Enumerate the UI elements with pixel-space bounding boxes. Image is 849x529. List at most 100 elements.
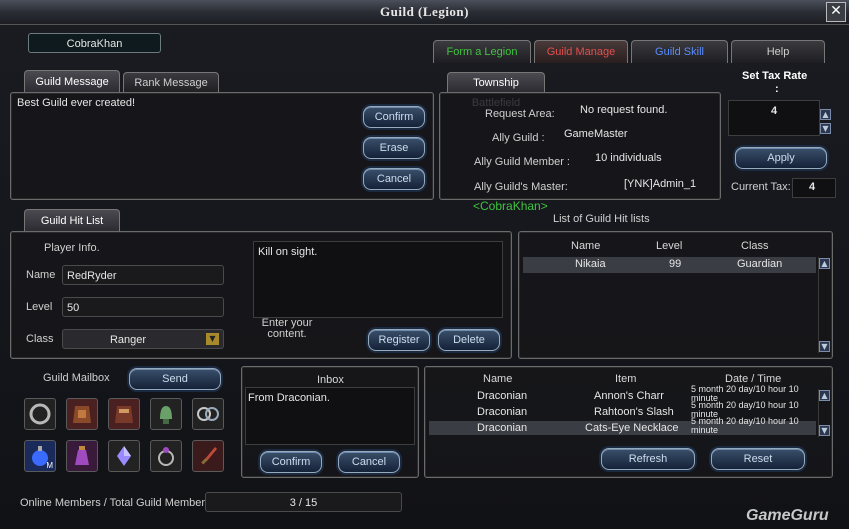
apply-tax-button[interactable]: Apply (735, 147, 827, 169)
set-tax-rate-title: Set Tax Rate (742, 70, 808, 82)
request-area-label: Request Area: (485, 108, 555, 120)
hitlist-col-class: Class (741, 240, 769, 252)
mail-row-name: Draconian (477, 406, 528, 418)
register-button[interactable]: Register (368, 329, 430, 351)
potion-badge: M (46, 461, 53, 470)
message-confirm-button[interactable]: Confirm (363, 106, 425, 128)
mail-row-item: Cats-Eye Necklace (585, 422, 679, 434)
request-area-value: No request found. (580, 104, 668, 116)
inbox-text-box[interactable]: From Draconian. (245, 387, 415, 445)
refresh-button[interactable]: Refresh (601, 448, 695, 470)
tab-rank-message[interactable]: Rank Message (123, 72, 219, 93)
mail-col-name: Name (483, 373, 513, 385)
class-label: Class (26, 333, 54, 345)
inbox-title: Inbox (317, 374, 344, 386)
township-panel: Request Area: No request found. Ally Gui… (439, 92, 721, 200)
hit-note-box[interactable]: Kill on sight. (253, 241, 503, 318)
leather-armor-icon[interactable] (66, 398, 98, 430)
tab-township-battlefield[interactable]: Township Battlefield (447, 72, 545, 109)
hitlist-name-tag: <CobraKhan> (473, 199, 548, 213)
plate-armor-icon[interactable] (108, 398, 140, 430)
delete-button[interactable]: Delete (438, 329, 500, 351)
hitlist-row-level: 99 (669, 258, 682, 270)
message-erase-button[interactable]: Erase (363, 137, 425, 159)
dagger-icon[interactable] (192, 440, 224, 472)
hitlist-row-name: Nikaia (575, 258, 606, 270)
message-cancel-button[interactable]: Cancel (363, 168, 425, 190)
ally-master-label: Ally Guild's Master: (474, 181, 568, 193)
level-label: Level (26, 301, 53, 313)
mail-row-name: Draconian (477, 422, 528, 434)
tax-down-arrow-icon[interactable]: ▼ (820, 123, 831, 134)
hitlist-row-class: Guardian (737, 258, 783, 270)
inbox-panel: Inbox From Draconian. Confirm Cancel (241, 366, 419, 478)
tab-guild-skill[interactable]: Guild Skill (631, 40, 728, 63)
player-name-field: CobraKhan (28, 33, 161, 53)
mail-scrollbar[interactable]: ▲ ▼ (818, 389, 830, 437)
send-button[interactable]: Send (129, 368, 221, 390)
tab-form-a-legion[interactable]: Form a Legion (433, 40, 531, 63)
hitlist-col-name: Name (571, 240, 601, 252)
ally-guild-value: GameMaster (564, 128, 628, 140)
reset-button[interactable]: Reset (711, 448, 805, 470)
guild-message-text[interactable]: Best Guild ever created! (17, 97, 135, 109)
hitlist-list-title: List of Guild Hit lists (553, 213, 650, 225)
ally-member-value: 10 individuals (595, 152, 662, 164)
hitlist-table-panel: Name Level Class Nikaia 99 Guardian ▲ ▼ (518, 231, 833, 359)
hitlist-scroll-down-icon[interactable]: ▼ (819, 341, 830, 352)
tax-rate-value: 4 (771, 105, 778, 117)
mail-row-name: Draconian (477, 390, 528, 402)
guild-mailbox-label: Guild Mailbox (43, 372, 110, 384)
hitlist-col-level: Level (656, 240, 683, 252)
hit-note-text: Kill on sight. (258, 246, 318, 258)
player-info-label: Player Info. (44, 242, 100, 254)
mana-potion-icon[interactable]: M (24, 440, 56, 472)
player-info-panel: Player Info. Name RedRyder Level 50 Clas… (10, 231, 512, 359)
online-members-label: Online Members / Total Guild Members (20, 497, 211, 509)
mail-row-item: Annon's Charr (594, 390, 664, 402)
class-select[interactable]: Ranger ▼ (62, 329, 224, 349)
hitlist-scroll-up-icon[interactable]: ▲ (819, 258, 830, 269)
current-tax-field: 4 (792, 178, 836, 198)
close-icon[interactable]: ✕ (826, 2, 846, 22)
mail-row-date: 5 month 20 day/10 hour 10 minute (691, 417, 799, 435)
window-title: Guild (Legion) (380, 4, 469, 19)
gem-ring-icon[interactable] (150, 440, 182, 472)
chevron-down-icon[interactable]: ▼ (206, 333, 219, 345)
mail-col-item: Item (615, 373, 637, 385)
tab-guild-manage[interactable]: Guild Manage (534, 40, 628, 63)
rings-icon[interactable] (192, 398, 224, 430)
current-tax-label: Current Tax: (731, 181, 791, 193)
online-members-value: 3 / 15 (205, 492, 402, 512)
ring-icon[interactable] (24, 398, 56, 430)
tax-rate-field[interactable]: 4 (728, 100, 820, 136)
enter-content-label: Enter your content. (261, 317, 313, 340)
level-input[interactable]: 50 (62, 297, 224, 317)
mail-row-item: Rahtoon's Slash (594, 406, 674, 418)
inbox-text: From Draconian. (248, 392, 330, 404)
mail-scroll-down-icon[interactable]: ▼ (819, 425, 830, 436)
helmet-icon[interactable] (150, 398, 182, 430)
tab-help[interactable]: Help (731, 40, 825, 63)
guild-message-panel: Best Guild ever created! Confirm Erase C… (10, 92, 434, 200)
name-label: Name (26, 269, 56, 281)
watermark-logo: GameGuru (746, 507, 829, 524)
guild-window: Guild (Legion) ✕ CobraKhan Form a Legion… (0, 0, 849, 529)
inbox-confirm-button[interactable]: Confirm (260, 451, 322, 473)
set-tax-rate-colon: : (775, 83, 779, 95)
hitlist-scrollbar[interactable]: ▲ ▼ (818, 257, 830, 353)
table-row[interactable]: Draconian Cats-Eye Necklace 5 month 20 d… (429, 417, 816, 435)
current-tax-value: 4 (809, 181, 816, 193)
table-row[interactable]: Nikaia 99 Guardian (523, 257, 816, 273)
purple-potion-icon[interactable] (66, 440, 98, 472)
name-input[interactable]: RedRyder (62, 265, 224, 285)
title-bar[interactable]: Guild (Legion) ✕ (0, 0, 849, 25)
mail-list-panel: Name Item Date / Time Draconian Annon's … (424, 366, 833, 478)
tax-up-arrow-icon[interactable]: ▲ (820, 109, 831, 120)
inbox-cancel-button[interactable]: Cancel (338, 451, 400, 473)
mail-scroll-up-icon[interactable]: ▲ (819, 390, 830, 401)
tab-guild-hit-list[interactable]: Guild Hit List (24, 209, 120, 232)
tab-guild-message[interactable]: Guild Message (24, 70, 120, 93)
crystal-icon[interactable] (108, 440, 140, 472)
ally-guild-label: Ally Guild : (492, 132, 545, 144)
